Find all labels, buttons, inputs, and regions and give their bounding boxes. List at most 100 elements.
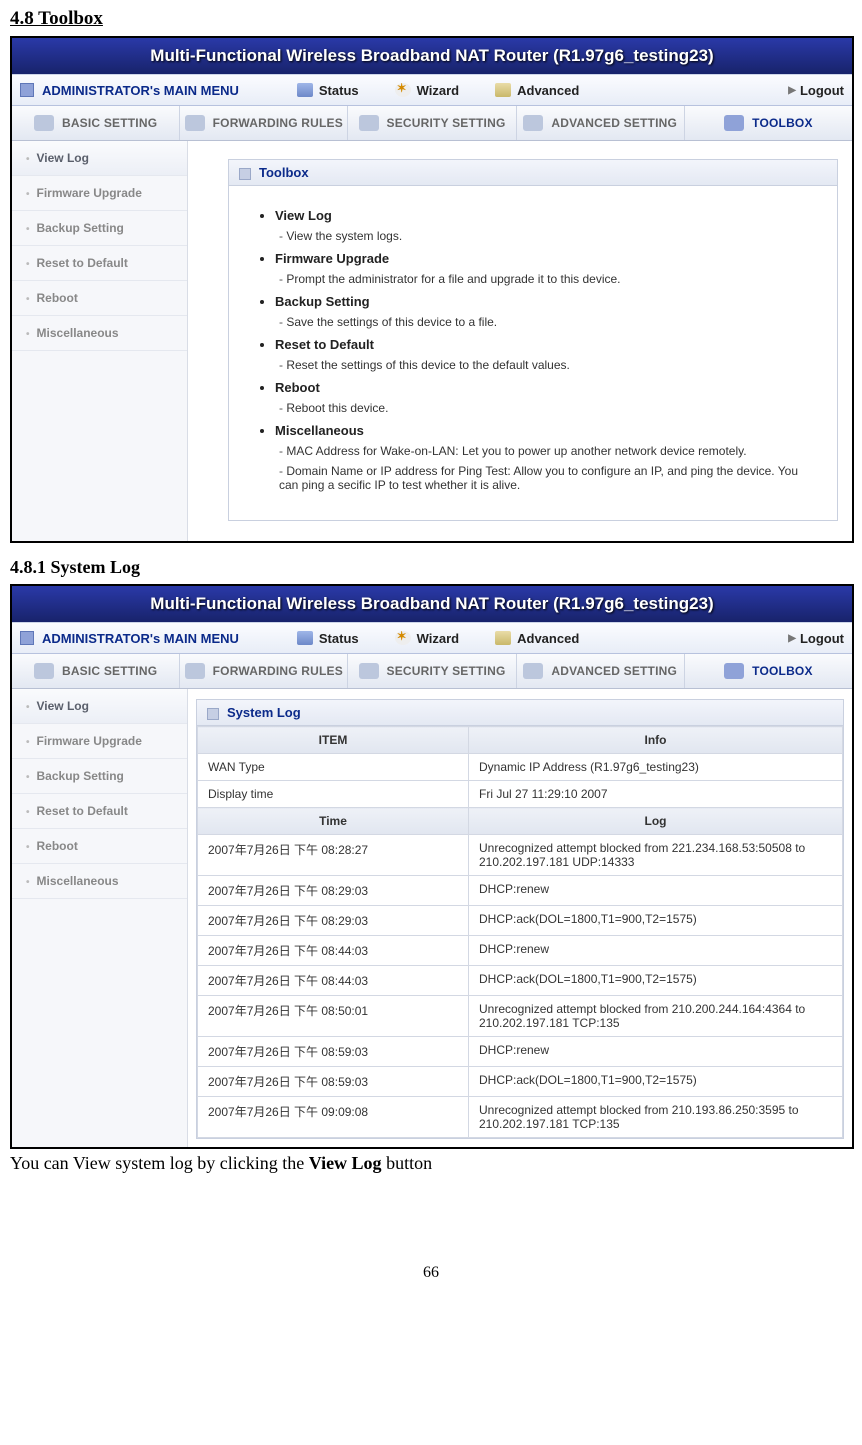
tab-advanced-label: ADVANCED SETTING [551, 664, 677, 678]
tab-security-setting[interactable]: SECURITY SETTING [348, 654, 516, 688]
sidebar-item-miscellaneous[interactable]: Miscellaneous [12, 864, 187, 899]
tab-bar: BASIC SETTING FORWARDING RULES SECURITY … [12, 106, 852, 141]
advanced-icon [495, 631, 511, 645]
wizard-icon [395, 631, 411, 645]
tab-toolbox[interactable]: TOOLBOX [685, 106, 852, 140]
feature-desc: Reset the settings of this device to the… [279, 358, 817, 372]
cell-item: Display time [198, 781, 469, 808]
sidebar-item-reboot[interactable]: Reboot [12, 829, 187, 864]
tab-security-setting[interactable]: SECURITY SETTING [348, 106, 516, 140]
table-row: 2007年7月26日 下午 08:44:03DHCP:renew [198, 936, 843, 966]
system-log-table: ITEM Info WAN Type Dynamic IP Address (R… [197, 726, 843, 1138]
feature-title: Reset to Default [275, 337, 374, 352]
menu-wizard[interactable]: Wizard [395, 83, 460, 98]
feature-desc: Save the settings of this device to a fi… [279, 315, 817, 329]
cell-log: DHCP:renew [469, 1037, 843, 1067]
screenshot-toolbox: Multi-Functional Wireless Broadband NAT … [10, 36, 854, 543]
feature-title: Firmware Upgrade [275, 251, 389, 266]
menu-logout[interactable]: ▶ Logout [788, 631, 844, 646]
toolbox-icon [724, 663, 744, 679]
cell-time: 2007年7月26日 下午 08:59:03 [198, 1037, 469, 1067]
menu-status-label: Status [319, 631, 359, 646]
sidebar-item-miscellaneous[interactable]: Miscellaneous [12, 316, 187, 351]
sidebar-item-backup-setting[interactable]: Backup Setting [12, 211, 187, 246]
menu-advanced[interactable]: Advanced [495, 83, 579, 98]
advanced-icon [495, 83, 511, 97]
menu-wizard[interactable]: Wizard [395, 631, 460, 646]
cell-log: DHCP:ack(DOL=1800,T1=900,T2=1575) [469, 966, 843, 996]
cell-time: 2007年7月26日 下午 08:44:03 [198, 936, 469, 966]
feature-backup-setting: Backup SettingSave the settings of this … [275, 294, 817, 329]
forwarding-icon [185, 115, 205, 131]
caption-bold: View Log [309, 1153, 382, 1173]
col-log: Log [469, 808, 843, 835]
table-row: 2007年7月26日 下午 08:50:01Unrecognized attem… [198, 996, 843, 1037]
cell-time: 2007年7月26日 下午 08:59:03 [198, 1067, 469, 1097]
table-row: Display time Fri Jul 27 11:29:10 2007 [198, 781, 843, 808]
feature-title: Reboot [275, 380, 320, 395]
cell-log: Unrecognized attempt blocked from 221.23… [469, 835, 843, 876]
col-item: ITEM [198, 727, 469, 754]
cell-time: 2007年7月26日 下午 08:28:27 [198, 835, 469, 876]
caption-text: You can View system log by clicking the … [10, 1153, 852, 1174]
sidebar-item-firmware-upgrade[interactable]: Firmware Upgrade [12, 724, 187, 759]
sub-section-heading: 4.8.1 System Log [10, 557, 852, 578]
sidebar-item-reboot[interactable]: Reboot [12, 281, 187, 316]
sidebar-item-reset-to-default[interactable]: Reset to Default [12, 794, 187, 829]
cell-log: Unrecognized attempt blocked from 210.19… [469, 1097, 843, 1138]
tab-toolbox[interactable]: TOOLBOX [685, 654, 852, 688]
menu-logout-label: Logout [800, 631, 844, 646]
tab-forwarding-rules[interactable]: FORWARDING RULES [180, 654, 348, 688]
tab-advanced-setting[interactable]: ADVANCED SETTING [517, 654, 685, 688]
security-icon [359, 663, 379, 679]
tab-advanced-label: ADVANCED SETTING [551, 116, 677, 130]
tab-basic-label: BASIC SETTING [62, 664, 157, 678]
feature-reboot: RebootReboot this device. [275, 380, 817, 415]
tab-forwarding-rules[interactable]: FORWARDING RULES [180, 106, 348, 140]
sidebar-item-view-log[interactable]: View Log [12, 689, 187, 724]
cell-log: DHCP:renew [469, 936, 843, 966]
cell-log: DHCP:renew [469, 876, 843, 906]
menu-advanced[interactable]: Advanced [495, 631, 579, 646]
menu-wizard-label: Wizard [417, 83, 460, 98]
tab-bar: BASIC SETTING FORWARDING RULES SECURITY … [12, 654, 852, 689]
router-title: Multi-Functional Wireless Broadband NAT … [12, 38, 852, 74]
menu-status[interactable]: Status [297, 83, 359, 98]
tab-advanced-setting[interactable]: ADVANCED SETTING [517, 106, 685, 140]
feature-desc: View the system logs. [279, 229, 817, 243]
cell-time: 2007年7月26日 下午 09:09:08 [198, 1097, 469, 1138]
menu-status[interactable]: Status [297, 631, 359, 646]
menu-logout[interactable]: ▶Logout [788, 83, 844, 98]
status-icon [297, 631, 313, 645]
menu-wizard-label: Wizard [417, 631, 460, 646]
status-icon [297, 83, 313, 97]
tab-toolbox-label: TOOLBOX [752, 664, 813, 678]
triangle-icon: ▶ [788, 633, 796, 644]
tab-basic-setting[interactable]: BASIC SETTING [12, 106, 180, 140]
sidebar-item-backup-setting[interactable]: Backup Setting [12, 759, 187, 794]
screenshot-system-log: Multi-Functional Wireless Broadband NAT … [10, 584, 854, 1149]
feature-title: View Log [275, 208, 332, 223]
cell-log: Unrecognized attempt blocked from 210.20… [469, 996, 843, 1037]
menu-status-label: Status [319, 83, 359, 98]
basic-setting-icon [34, 115, 54, 131]
menu-advanced-label: Advanced [517, 631, 579, 646]
menu-logout-label: Logout [800, 83, 844, 98]
panel-header: System Log [197, 700, 843, 726]
feature-desc: Prompt the administrator for a file and … [279, 272, 817, 286]
sidebar-item-reset-to-default[interactable]: Reset to Default [12, 246, 187, 281]
wizard-icon [395, 83, 411, 97]
sidebar-item-firmware-upgrade[interactable]: Firmware Upgrade [12, 176, 187, 211]
sidebar-item-view-log[interactable]: View Log [12, 141, 187, 176]
panel-header-label: Toolbox [259, 165, 309, 180]
cell-log: DHCP:ack(DOL=1800,T1=900,T2=1575) [469, 906, 843, 936]
cell-time: 2007年7月26日 下午 08:29:03 [198, 906, 469, 936]
cell-time: 2007年7月26日 下午 08:29:03 [198, 876, 469, 906]
system-log-panel: System Log ITEM Info WAN Type Dynamic IP… [196, 699, 844, 1139]
cell-time: 2007年7月26日 下午 08:50:01 [198, 996, 469, 1037]
feature-desc: MAC Address for Wake-on-LAN: Let you to … [279, 444, 817, 458]
tab-basic-setting[interactable]: BASIC SETTING [12, 654, 180, 688]
menu-icon [20, 83, 34, 97]
menu-advanced-label: Advanced [517, 83, 579, 98]
sidebar: View Log Firmware Upgrade Backup Setting… [12, 141, 188, 541]
